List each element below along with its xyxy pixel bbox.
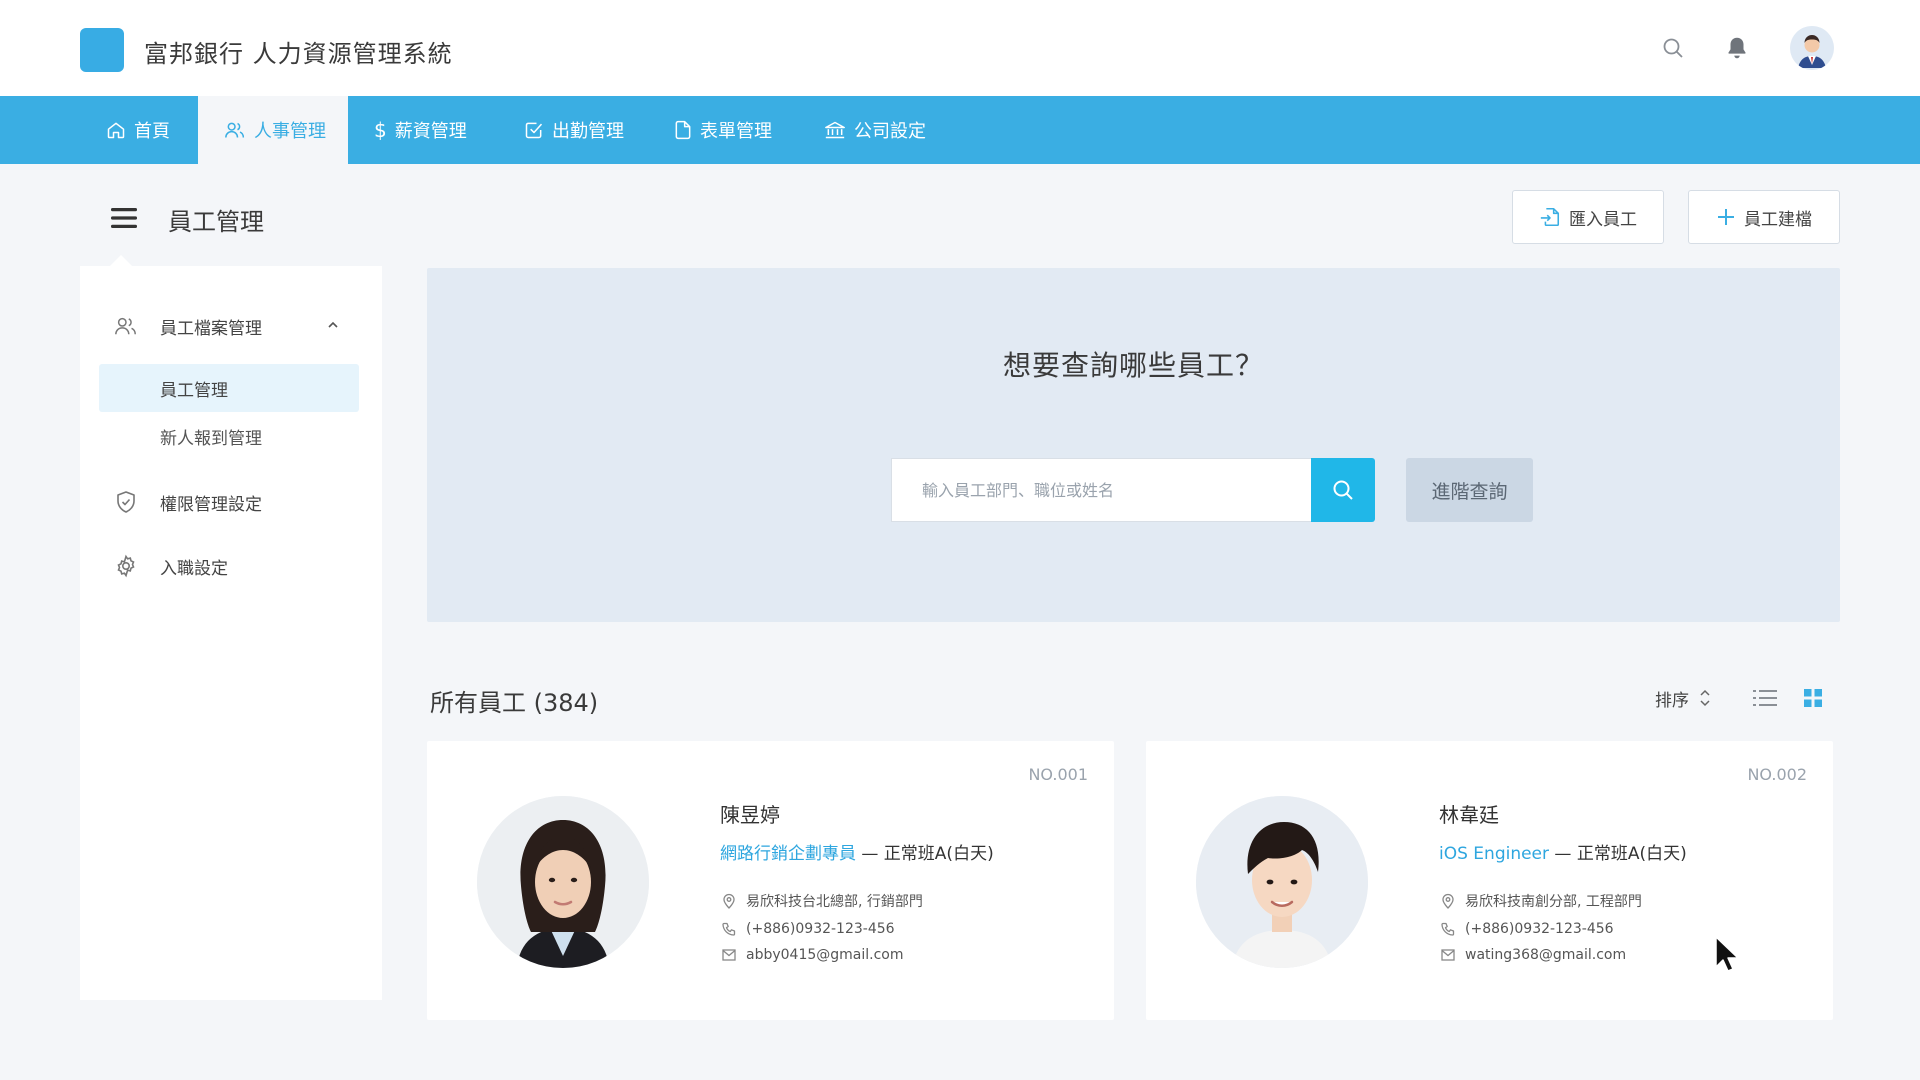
search-icon (1333, 480, 1353, 500)
sidebar-item-permissions[interactable]: 權限管理設定 (80, 478, 382, 526)
phone-icon (722, 922, 736, 936)
gear-icon (117, 554, 135, 578)
employee-list-title: 所有員工 (384) (430, 689, 599, 717)
sidebar-group-employee-files[interactable]: 員工檔案管理 (80, 302, 382, 350)
search-panel: 想要查詢哪些員工？ 進階查詢 (427, 268, 1840, 622)
sidebar-toggle-button[interactable] (110, 204, 138, 232)
employee-search-input[interactable] (891, 458, 1311, 522)
sidebar-item-label: 入職設定 (160, 558, 228, 579)
employee-card[interactable]: NO.002 林韋廷 iOS Engineer — 正常班A(白天) 易欣科技南… (1146, 741, 1833, 1020)
phone-text: (+886)0932-123-456 (746, 921, 895, 937)
nav-tab-attendance[interactable]: 出勤管理 (498, 96, 650, 164)
check-square-icon (525, 122, 543, 139)
employee-photo (1196, 796, 1368, 968)
employee-name: 林韋廷 (1439, 803, 1499, 827)
employee-card[interactable]: NO.001 陳昱婷 網路行銷企劃專員 — 正常班A(白天) 易欣科技台北總部,… (427, 741, 1114, 1020)
employee-email: abby0415@gmail.com (722, 947, 904, 963)
employee-role-line: iOS Engineer — 正常班A(白天) (1439, 839, 1687, 864)
top-header: 富邦銀行 人力資源管理系統 (0, 0, 1920, 96)
import-file-icon (1540, 207, 1560, 227)
main-nav: 首頁 人事管理 $ 薪資管理 出勤管理 表單管理 公司設定 (0, 96, 1920, 164)
location-text: 易欣科技台北總部, 行銷部門 (746, 894, 923, 910)
shield-check-icon (117, 491, 135, 513)
users-icon (115, 317, 136, 335)
mail-icon (722, 949, 736, 961)
employee-shift: — 正常班A(白天) (1549, 844, 1687, 864)
sort-label: 排序 (1655, 690, 1689, 711)
chevron-up-icon[interactable] (326, 318, 340, 332)
employee-location: 易欣科技南創分部, 工程部門 (1441, 891, 1642, 911)
employee-email: wating368@gmail.com (1441, 947, 1626, 963)
page-title: 員工管理 (168, 208, 264, 236)
mail-icon (1441, 949, 1455, 961)
document-icon (675, 120, 691, 140)
location-pin-icon (723, 893, 735, 909)
sidebar: 員工檔案管理 員工管理 新人報到管理 權限管理設定 入職設定 (80, 266, 382, 1000)
nav-tab-hr[interactable]: 人事管理 (198, 96, 348, 164)
users-icon (225, 122, 245, 138)
mouse-cursor-icon (1715, 936, 1739, 972)
sidebar-pointer (110, 255, 132, 266)
home-icon (107, 122, 125, 139)
email-text: wating368@gmail.com (1465, 947, 1627, 963)
list-view-icon[interactable] (1751, 684, 1779, 712)
phone-icon (1441, 922, 1455, 936)
create-employee-button[interactable]: 員工建檔 (1688, 190, 1840, 244)
nav-tab-label: 薪資管理 (394, 121, 467, 142)
nav-tab-label: 出勤管理 (552, 121, 624, 142)
nav-tab-payroll[interactable]: $ 薪資管理 (348, 96, 493, 164)
hamburger-icon (111, 208, 137, 228)
search-icon[interactable] (1655, 30, 1691, 66)
nav-tab-label: 公司設定 (854, 121, 926, 142)
sidebar-item-onboarding[interactable]: 新人報到管理 (99, 412, 359, 460)
dollar-icon: $ (374, 118, 387, 142)
nav-tab-label: 人事管理 (254, 121, 326, 142)
employee-number: NO.001 (1028, 765, 1088, 784)
plus-icon (1718, 209, 1734, 225)
nav-tab-home[interactable]: 首頁 (80, 96, 196, 164)
nav-tab-label: 首頁 (134, 121, 170, 142)
user-avatar[interactable] (1790, 26, 1834, 70)
advanced-search-button[interactable]: 進階查詢 (1406, 458, 1533, 522)
employee-role-link[interactable]: iOS Engineer (1439, 844, 1549, 864)
employee-phone: (+886)0932-123-456 (722, 921, 895, 937)
email-text: abby0415@gmail.com (746, 947, 904, 963)
sidebar-item-onboarding-settings[interactable]: 入職設定 (80, 542, 382, 590)
employee-name: 陳昱婷 (720, 803, 780, 827)
sort-control[interactable]: 排序 (1655, 686, 1711, 711)
create-button-label: 員工建檔 (1744, 209, 1812, 230)
nav-tab-forms[interactable]: 表單管理 (648, 96, 798, 164)
employee-photo (477, 796, 649, 968)
employee-phone: (+886)0932-123-456 (1441, 921, 1614, 937)
sidebar-group-label: 員工檔案管理 (160, 318, 262, 339)
sort-arrows-icon (1700, 689, 1710, 707)
employee-location: 易欣科技台北總部, 行銷部門 (722, 891, 923, 911)
sidebar-item-employee-management[interactable]: 員工管理 (99, 364, 359, 412)
search-heading: 想要查詢哪些員工？ (1002, 349, 1264, 382)
phone-text: (+886)0932-123-456 (1465, 921, 1614, 937)
bank-icon (825, 121, 845, 139)
import-button-label: 匯入員工 (1569, 209, 1637, 230)
sidebar-item-label: 權限管理設定 (160, 494, 262, 515)
employee-role-link[interactable]: 網路行銷企劃專員 (720, 844, 856, 864)
bell-icon[interactable] (1719, 30, 1755, 66)
employee-shift: — 正常班A(白天) (856, 844, 994, 864)
location-pin-icon (1442, 893, 1454, 909)
import-employees-button[interactable]: 匯入員工 (1512, 190, 1664, 244)
search-button[interactable] (1311, 458, 1375, 522)
grid-view-icon[interactable] (1799, 684, 1827, 712)
nav-tab-company[interactable]: 公司設定 (798, 96, 952, 164)
location-text: 易欣科技南創分部, 工程部門 (1465, 894, 1642, 910)
app-logo[interactable] (80, 28, 124, 72)
employee-role-line: 網路行銷企劃專員 — 正常班A(白天) (720, 839, 994, 864)
employee-number: NO.002 (1747, 765, 1807, 784)
nav-tab-label: 表單管理 (700, 121, 772, 142)
app-title: 富邦銀行 人力資源管理系統 (144, 40, 453, 68)
